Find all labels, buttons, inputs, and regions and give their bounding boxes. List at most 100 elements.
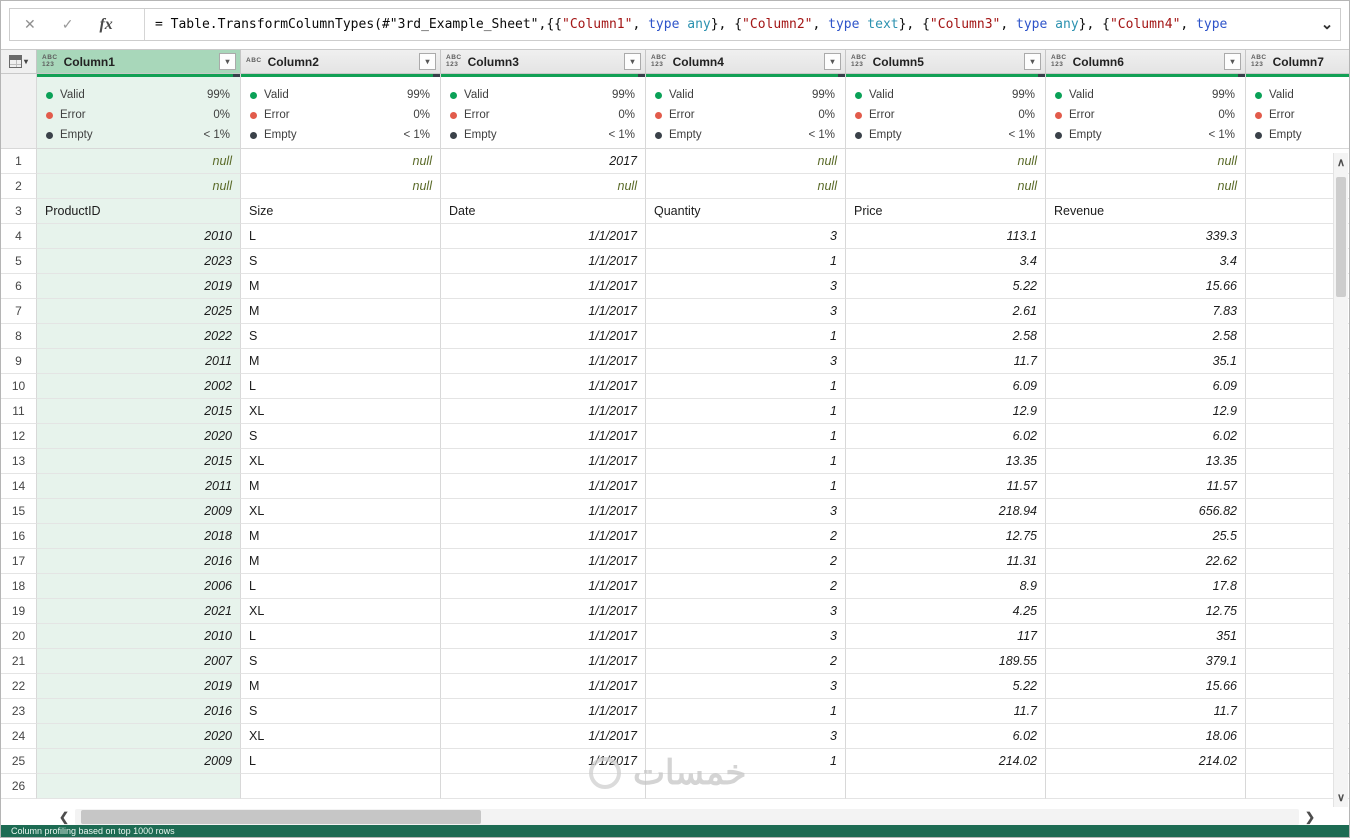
- column-header-column1[interactable]: ABC 123 Column1 ▾: [37, 49, 241, 74]
- formula-token: "Column3": [929, 17, 1001, 32]
- row-number[interactable]: 14: [1, 474, 37, 499]
- scroll-down-icon[interactable]: ∨: [1334, 791, 1348, 804]
- horizontal-scroll-track[interactable]: [75, 809, 1299, 825]
- cell: 4.25: [846, 599, 1046, 624]
- cell: L: [241, 749, 441, 774]
- row-number[interactable]: 7: [1, 299, 37, 324]
- scroll-up-icon[interactable]: ∧: [1334, 156, 1348, 169]
- cell: 3: [646, 724, 846, 749]
- column-header-column6[interactable]: ABC 123 Column6 ▾: [1046, 49, 1246, 74]
- row-number[interactable]: 18: [1, 574, 37, 599]
- formula-token: }, {: [1078, 17, 1110, 32]
- row-number[interactable]: 4: [1, 224, 37, 249]
- row-number[interactable]: 20: [1, 624, 37, 649]
- formula-token: type: [1016, 17, 1048, 32]
- cell: null: [846, 174, 1046, 199]
- row-number[interactable]: 6: [1, 274, 37, 299]
- cell: 1/1/2017: [441, 324, 646, 349]
- vertical-scroll-thumb[interactable]: [1336, 177, 1346, 297]
- cell: ProductID: [37, 199, 241, 224]
- row-number[interactable]: 23: [1, 699, 37, 724]
- row-number[interactable]: 22: [1, 674, 37, 699]
- column-header-label: Column3: [467, 54, 519, 69]
- error-dot-icon: [450, 111, 457, 119]
- row-number[interactable]: 24: [1, 724, 37, 749]
- row-number[interactable]: 21: [1, 649, 37, 674]
- column-header-column7[interactable]: ABC123Column7▾: [1246, 49, 1349, 74]
- column-header-column4[interactable]: ABC 123 Column4 ▾: [646, 49, 846, 74]
- row-number[interactable]: 26: [1, 774, 37, 799]
- filter-dropdown-button[interactable]: ▾: [824, 53, 841, 70]
- row-number[interactable]: 1: [1, 149, 37, 174]
- column-type-icon: ABC 123: [1051, 54, 1067, 68]
- confirm-icon[interactable]: ✓: [62, 16, 74, 33]
- table-row: 23 2016 S 1/1/2017 1 11.7 11.7: [1, 699, 1349, 724]
- quality-percent: 0%: [213, 109, 230, 121]
- row-number[interactable]: 9: [1, 349, 37, 374]
- formula-input[interactable]: = Table.TransformColumnTypes(#"3rd_Examp…: [145, 17, 1314, 32]
- table-menu-button[interactable]: ▾: [1, 49, 37, 74]
- row-number[interactable]: 25: [1, 749, 37, 774]
- row-number[interactable]: 13: [1, 449, 37, 474]
- row-number[interactable]: 10: [1, 374, 37, 399]
- cell: 6.09: [846, 374, 1046, 399]
- column-type-icon: ABC: [246, 57, 262, 65]
- row-number[interactable]: 17: [1, 549, 37, 574]
- table-row: 21 2007 S 1/1/2017 2 189.55 379.1: [1, 649, 1349, 674]
- cell: 35.1: [1046, 349, 1246, 374]
- column-header-column3[interactable]: ABC 123 Column3 ▾: [441, 49, 646, 74]
- filter-dropdown-button[interactable]: ▾: [419, 53, 436, 70]
- cancel-icon[interactable]: ✕: [24, 16, 36, 33]
- quality-label: Error: [869, 109, 895, 121]
- column-header-label: Column4: [672, 54, 724, 69]
- cell: 3: [646, 299, 846, 324]
- row-number[interactable]: 8: [1, 324, 37, 349]
- cell: 12.75: [846, 524, 1046, 549]
- quality-bar: [241, 74, 440, 77]
- vertical-scrollbar[interactable]: ∧ ∨: [1333, 153, 1348, 807]
- row-number[interactable]: 2: [1, 174, 37, 199]
- row-number[interactable]: 16: [1, 524, 37, 549]
- row-number[interactable]: 19: [1, 599, 37, 624]
- scroll-left-icon[interactable]: ❮: [53, 810, 75, 824]
- cell: 1/1/2017: [441, 274, 646, 299]
- quality-bar: [37, 74, 240, 77]
- cell: 1: [646, 399, 846, 424]
- cell: 214.02: [1046, 749, 1246, 774]
- scroll-right-icon[interactable]: ❯: [1299, 810, 1321, 824]
- table-row: 9 2011 M 1/1/2017 3 11.7 35.1: [1, 349, 1349, 374]
- filter-dropdown-button[interactable]: ▾: [1224, 53, 1241, 70]
- cell: 2011: [37, 349, 241, 374]
- filter-dropdown-button[interactable]: ▾: [1024, 53, 1041, 70]
- cell: 3: [646, 349, 846, 374]
- table-row: 26: [1, 774, 1349, 799]
- expand-formula-bar-icon[interactable]: ⌄: [1314, 17, 1340, 32]
- row-number[interactable]: 12: [1, 424, 37, 449]
- fx-icon[interactable]: fx: [99, 16, 112, 34]
- cell: 214.02: [846, 749, 1046, 774]
- table-row: 25 2009 L 1/1/2017 1 214.02 214.02: [1, 749, 1349, 774]
- filter-dropdown-button[interactable]: ▾: [624, 53, 641, 70]
- column-header-column5[interactable]: ABC 123 Column5 ▾: [846, 49, 1046, 74]
- quality-label: Valid: [264, 89, 289, 101]
- cell: 1/1/2017: [441, 699, 646, 724]
- cell: 18.06: [1046, 724, 1246, 749]
- column-header-label: Column6: [1072, 54, 1124, 69]
- row-number[interactable]: 5: [1, 249, 37, 274]
- cell: 1/1/2017: [441, 374, 646, 399]
- cell: 7.83: [1046, 299, 1246, 324]
- row-number[interactable]: 11: [1, 399, 37, 424]
- filter-dropdown-button[interactable]: ▾: [219, 53, 236, 70]
- cell: 2020: [37, 424, 241, 449]
- horizontal-scrollbar[interactable]: ❮ ❯: [53, 807, 1321, 827]
- column-header-column2[interactable]: ABC Column2 ▾: [241, 49, 441, 74]
- row-number[interactable]: 15: [1, 499, 37, 524]
- status-bar: Column profiling based on top 1000 rows: [1, 825, 1349, 837]
- horizontal-scroll-thumb[interactable]: [81, 810, 481, 824]
- row-number[interactable]: 3: [1, 199, 37, 224]
- cell: null: [241, 149, 441, 174]
- valid-dot-icon: [46, 91, 53, 99]
- cell: 1/1/2017: [441, 549, 646, 574]
- quality-percent: 99%: [206, 89, 230, 101]
- cell: 379.1: [1046, 649, 1246, 674]
